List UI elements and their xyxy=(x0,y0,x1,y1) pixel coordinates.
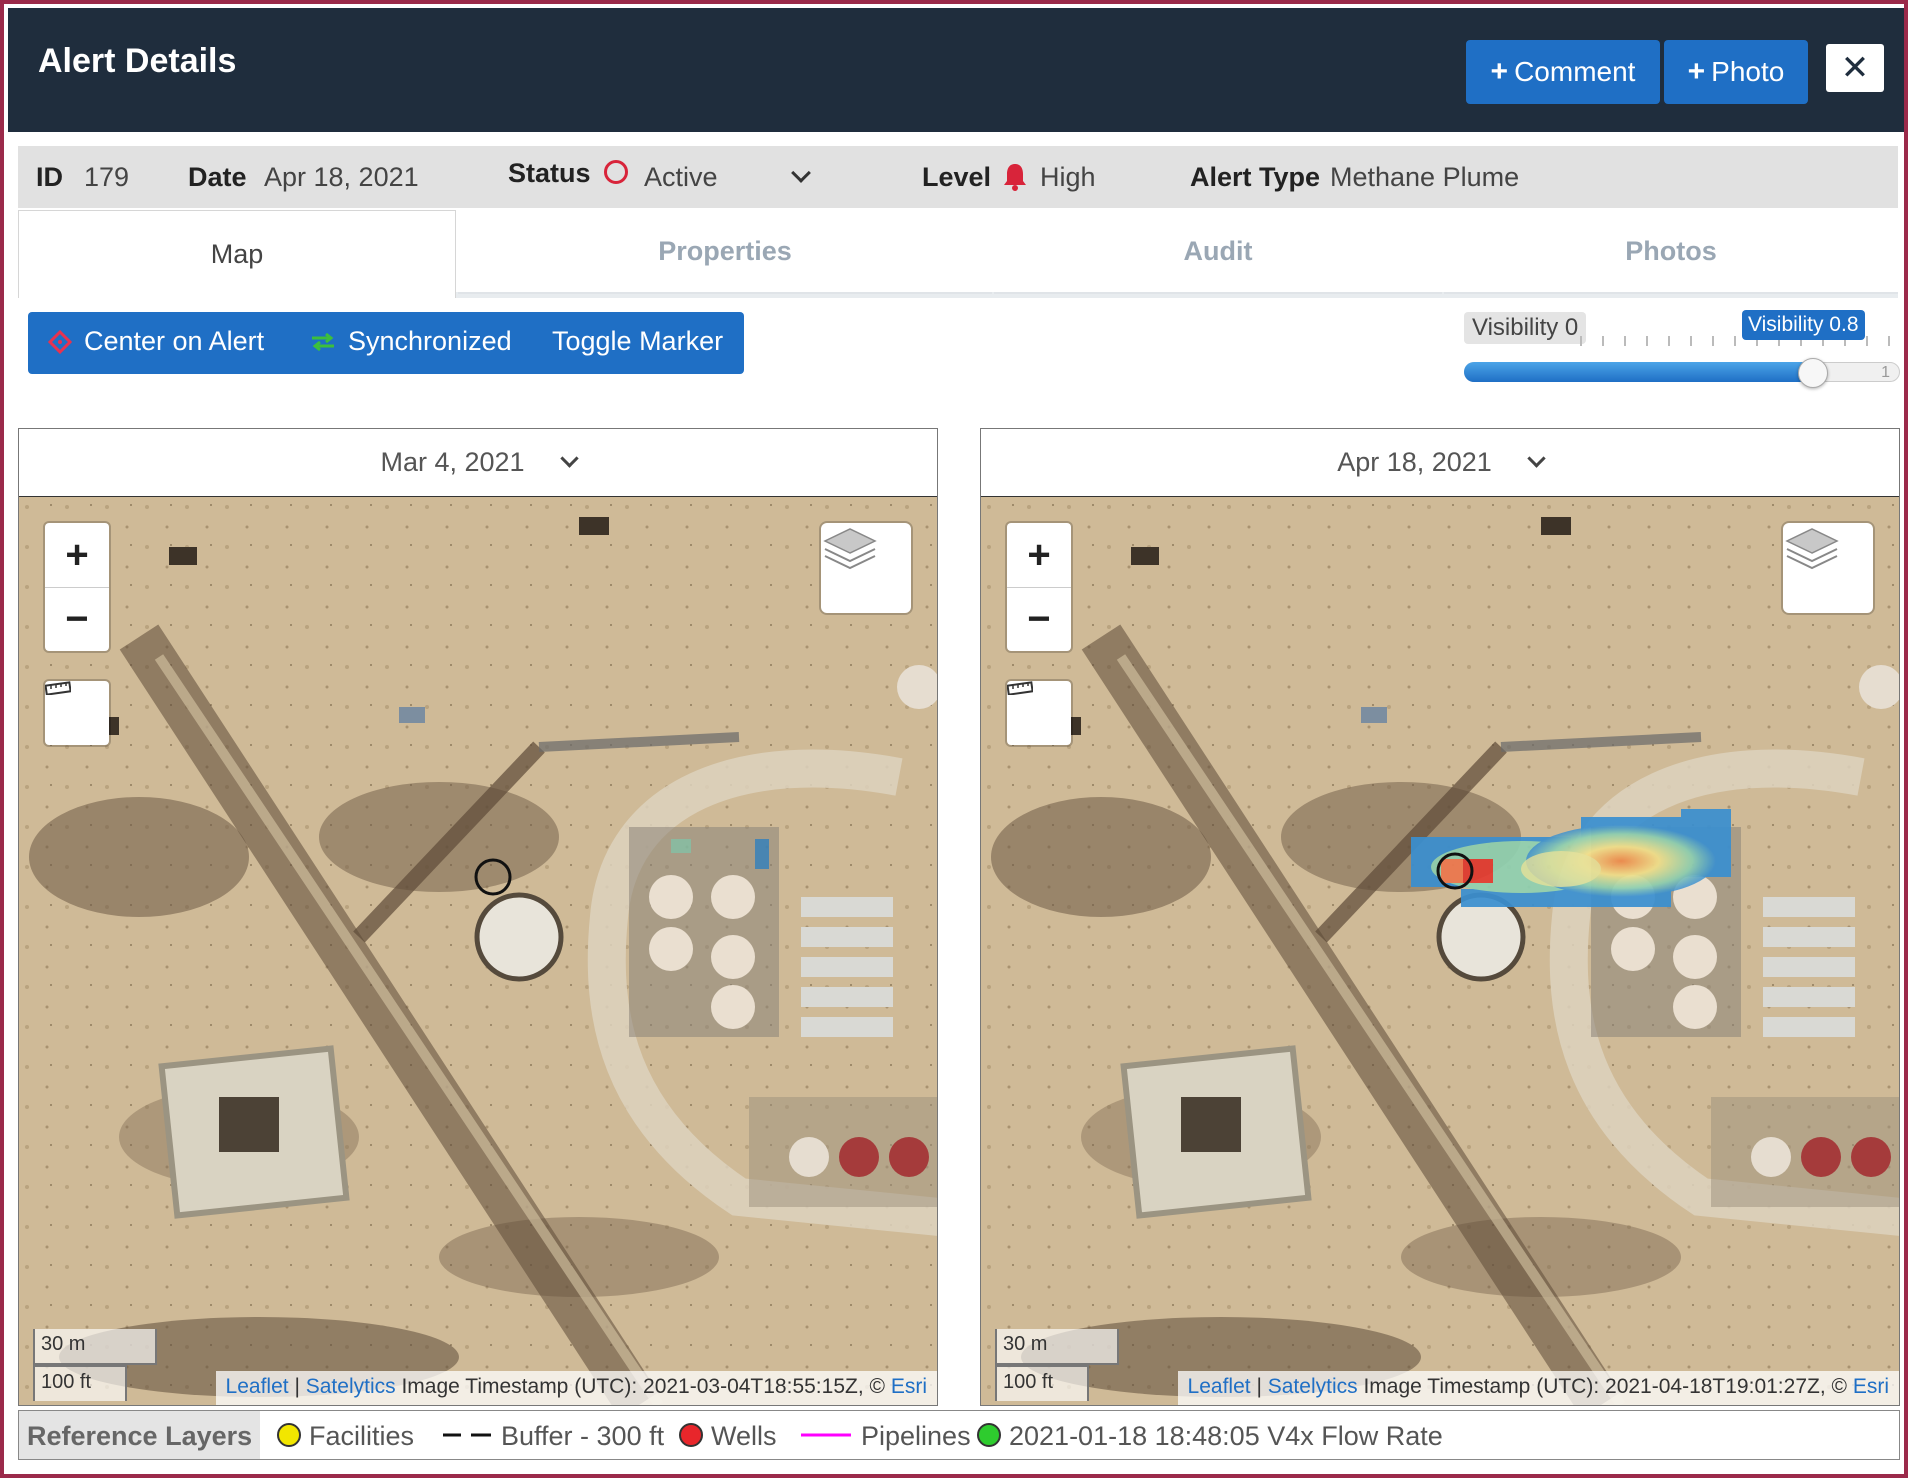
add-photo-label: Photo xyxy=(1711,56,1785,87)
plus-icon: + xyxy=(1490,55,1509,88)
status-circle-icon xyxy=(604,160,628,184)
center-on-alert-button[interactable]: Center on Alert xyxy=(48,326,264,357)
pipelines-swatch xyxy=(801,1433,851,1437)
map-toolbar: Center on Alert Synchronized Toggle Mark… xyxy=(28,312,744,374)
add-comment-label: Comment xyxy=(1514,56,1636,87)
visibility-min-label: Visibility 0 xyxy=(1464,312,1587,344)
zoom-out-button[interactable]: − xyxy=(1007,587,1071,651)
measure-button[interactable] xyxy=(45,681,109,745)
sync-arrows-icon xyxy=(312,332,334,351)
image-timestamp: Image Timestamp (UTC): 2021-04-18T19:01:… xyxy=(1363,1375,1847,1398)
map-attribution: Leaflet | Satelytics Image Timestamp (UT… xyxy=(215,1371,937,1405)
layers-control[interactable] xyxy=(1783,523,1873,613)
flow-rate-swatch xyxy=(977,1423,1001,1447)
satellite-imagery xyxy=(981,497,1899,1405)
leaflet-link[interactable]: Leaflet xyxy=(1188,1375,1251,1398)
alert-type-value: Methane Plume xyxy=(1330,162,1520,192)
leaflet-link[interactable]: Leaflet xyxy=(226,1375,289,1398)
close-button[interactable]: ✕ xyxy=(1826,44,1884,92)
satellite-map-left[interactable]: + − 30 m 100 ft Leaflet | Satelytics Ima… xyxy=(19,497,937,1405)
satellite-imagery xyxy=(19,497,937,1405)
date-select-right[interactable]: Apr 18, 2021 xyxy=(981,429,1899,497)
alert-info-bar: ID 179 Date Apr 18, 2021 Status Active L… xyxy=(18,146,1898,208)
zoom-control: + − xyxy=(1007,523,1071,651)
slider-max-tick: 1 xyxy=(1881,364,1890,381)
level-label: Level xyxy=(922,162,992,192)
center-on-alert-label: Center on Alert xyxy=(84,326,265,356)
esri-link[interactable]: Esri xyxy=(891,1375,927,1398)
plus-icon: + xyxy=(1687,55,1706,88)
synchronized-toggle[interactable]: Synchronized xyxy=(310,326,512,357)
chevron-down-icon xyxy=(559,449,579,468)
synchronized-label: Synchronized xyxy=(348,326,512,356)
visibility-slider[interactable]: Visibility 0 Visibility 0.8 1 xyxy=(1464,308,1900,388)
zoom-control: + − xyxy=(45,523,109,651)
zoom-in-button[interactable]: + xyxy=(1007,523,1071,587)
tab-map[interactable]: Map xyxy=(18,210,456,298)
tab-bar: Map Properties Audit Photos xyxy=(18,210,1898,298)
zoom-in-button[interactable]: + xyxy=(45,523,109,587)
satellite-map-right[interactable]: + − 30 m 100 ft Leaflet | Satelytics Ima… xyxy=(981,497,1899,1405)
dialog-header: Alert Details + Comment + Photo ✕ xyxy=(8,8,1904,132)
date-select-right-value: Apr 18, 2021 xyxy=(1337,447,1492,477)
map-panel-left: Mar 4, 2021 + − 30 m 100 ft Leaflet | Sa… xyxy=(18,428,938,1406)
wells-swatch xyxy=(679,1423,703,1447)
buffer-swatch xyxy=(443,1433,491,1437)
attrib-separator: | xyxy=(294,1375,300,1398)
legend-flow-rate: 2021-01-18 18:48:05 V4x Flow Rate xyxy=(1009,1421,1443,1451)
scale-bar-metric: 30 m xyxy=(33,1329,157,1365)
tab-properties[interactable]: Properties xyxy=(458,210,992,294)
toggle-marker-button[interactable]: Toggle Marker xyxy=(552,326,723,357)
chevron-down-icon xyxy=(1527,449,1546,468)
level-value: High xyxy=(1040,162,1096,192)
alert-type-label: Alert Type xyxy=(1190,162,1321,192)
legend-wells: Wells xyxy=(711,1421,777,1451)
image-timestamp: Image Timestamp (UTC): 2021-03-04T18:55:… xyxy=(401,1375,885,1398)
ruler-icon xyxy=(1007,681,1033,695)
esri-link[interactable]: Esri xyxy=(1853,1375,1889,1398)
legend-title: Reference Layers xyxy=(19,1411,261,1459)
layers-icon xyxy=(823,528,877,570)
date-select-left[interactable]: Mar 4, 2021 xyxy=(19,429,937,497)
tab-photos[interactable]: Photos xyxy=(1444,210,1898,294)
close-icon: ✕ xyxy=(1840,49,1870,87)
slider-fill xyxy=(1464,362,1813,382)
add-comment-button[interactable]: + Comment xyxy=(1466,40,1660,104)
attrib-separator: | xyxy=(1256,1375,1262,1398)
status-select[interactable]: Active xyxy=(644,162,718,193)
slider-handle[interactable] xyxy=(1797,358,1828,388)
dialog-title: Alert Details xyxy=(38,42,237,80)
legend-facilities: Facilities xyxy=(309,1421,415,1451)
bell-icon xyxy=(1004,164,1026,191)
crosshair-diamond-icon xyxy=(48,329,72,354)
satelytics-link[interactable]: Satelytics xyxy=(306,1375,396,1398)
id-label: ID xyxy=(36,162,63,192)
measure-button[interactable] xyxy=(1007,681,1071,745)
layers-icon xyxy=(1785,528,1839,570)
date-select-left-value: Mar 4, 2021 xyxy=(380,447,525,477)
scale-bar-imperial: 100 ft xyxy=(995,1365,1089,1401)
alert-details-dialog: Alert Details + Comment + Photo ✕ ID 179… xyxy=(0,0,1908,1478)
map-panel-right: Apr 18, 2021 + − 30 m 100 ft Leaflet | S… xyxy=(980,428,1900,1406)
zoom-out-button[interactable]: − xyxy=(45,587,109,651)
layers-control[interactable] xyxy=(821,523,911,613)
chevron-down-icon[interactable] xyxy=(791,163,811,183)
add-photo-button[interactable]: + Photo xyxy=(1664,40,1808,104)
satelytics-link[interactable]: Satelytics xyxy=(1268,1375,1358,1398)
visibility-value-label: Visibility 0.8 xyxy=(1742,310,1865,340)
facilities-swatch xyxy=(277,1423,301,1447)
legend-buffer: Buffer - 300 ft xyxy=(501,1421,665,1451)
scale-bar-imperial: 100 ft xyxy=(33,1365,127,1401)
reference-layers-legend: Reference Layers Facilities Buffer - 300… xyxy=(18,1410,1900,1460)
date-value: Apr 18, 2021 xyxy=(264,162,419,192)
scale-bar-metric: 30 m xyxy=(995,1329,1119,1365)
map-attribution: Leaflet | Satelytics Image Timestamp (UT… xyxy=(1177,1371,1899,1405)
id-value: 179 xyxy=(84,162,130,192)
date-label: Date xyxy=(188,162,247,192)
ruler-icon xyxy=(45,681,71,695)
status-label: Status xyxy=(508,158,591,188)
toggle-marker-label: Toggle Marker xyxy=(552,326,724,356)
tab-audit[interactable]: Audit xyxy=(994,210,1442,294)
legend-pipelines: Pipelines xyxy=(861,1421,971,1451)
